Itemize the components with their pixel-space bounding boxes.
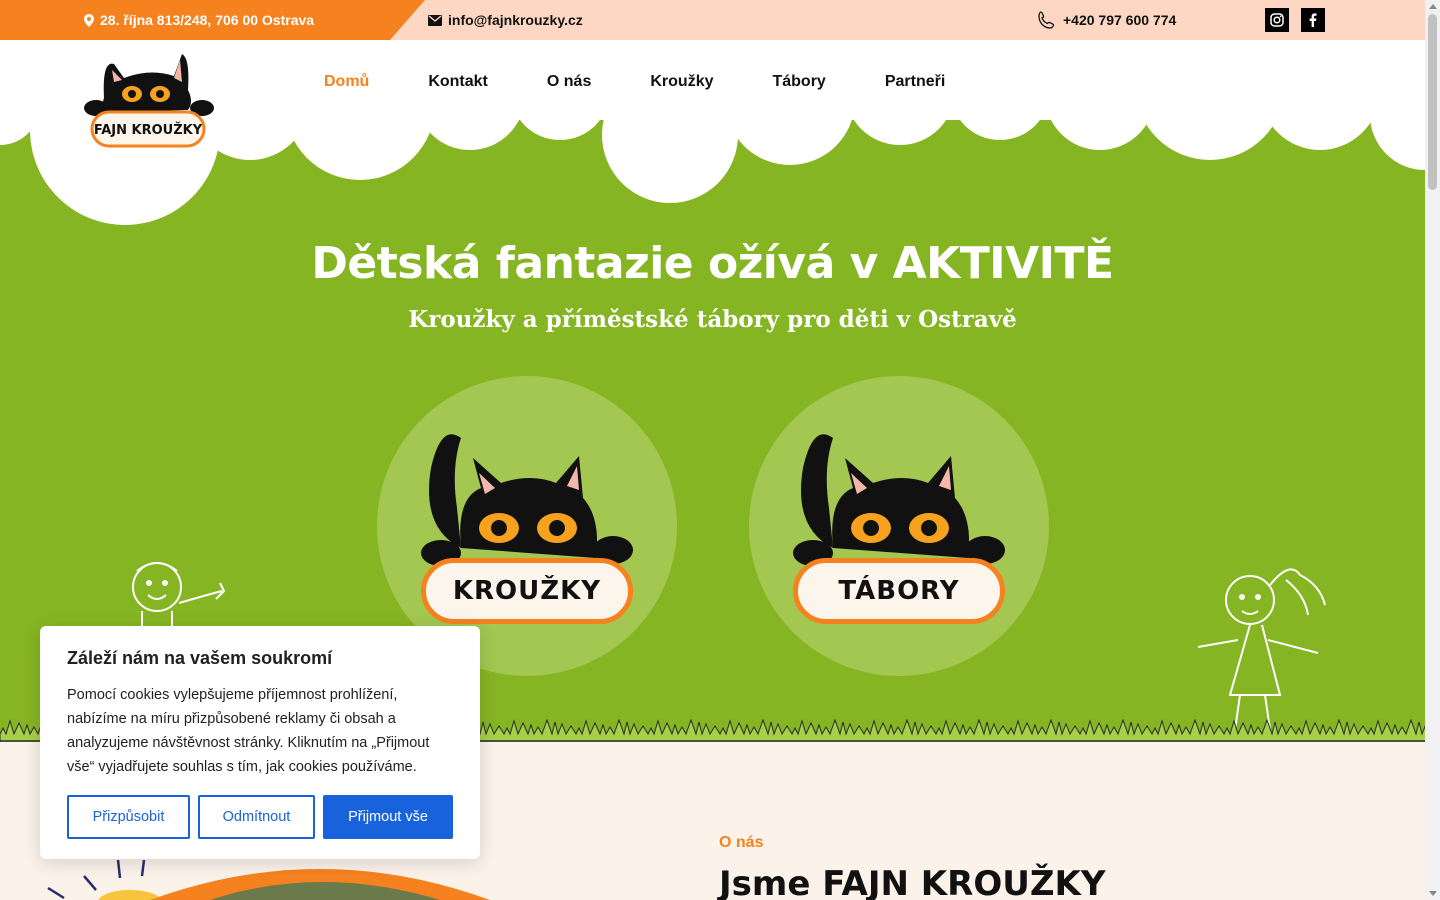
cookie-accept-button[interactable]: Přijmout vše <box>323 795 453 839</box>
about-label: O nás <box>719 834 764 851</box>
about-photo <box>150 869 490 900</box>
phone-text: +420 797 600 774 <box>1063 12 1177 28</box>
cat-logo-icon: FAJN KROUŽKY <box>84 54 214 148</box>
address-text: 28. října 813/248, 706 00 Ostrava <box>100 12 315 28</box>
site-logo[interactable]: FAJN KROUŽKY <box>84 50 216 150</box>
hero-title: Dětská fantazie ožívá v AKTIVITĚ <box>311 238 1114 289</box>
sun-drawing-icon <box>47 859 160 900</box>
location-pin-icon <box>84 13 94 27</box>
cookie-customize-button[interactable]: Přizpůsobit <box>67 795 190 839</box>
envelope-icon <box>428 14 442 26</box>
nav-item-tabory[interactable]: Tábory <box>772 70 825 94</box>
boy-drawing-icon <box>132 562 226 631</box>
top-bar: 28. října 813/248, 706 00 Ostrava info@f… <box>0 0 1425 40</box>
page-scrollbar[interactable] <box>1425 0 1440 900</box>
scroll-down-arrow-icon[interactable] <box>1429 891 1437 896</box>
nav-item-krouzky[interactable]: Kroužky <box>650 70 713 94</box>
email-text: info@fajnkrouzky.cz <box>448 12 583 28</box>
nav-item-kontakt[interactable]: Kontakt <box>428 70 488 94</box>
svg-text:FAJN KROUŽKY: FAJN KROUŽKY <box>94 122 203 138</box>
facebook-icon <box>1309 13 1317 27</box>
scroll-thumb[interactable] <box>1428 14 1437 190</box>
instagram-icon <box>1270 13 1284 27</box>
facebook-button[interactable] <box>1301 8 1325 32</box>
phone-link[interactable]: +420 797 600 774 <box>1037 0 1176 40</box>
cookie-text: Pomocí cookies vylepšujeme příjemnost pr… <box>67 687 430 775</box>
cat-icon <box>793 434 1005 566</box>
tabory-badge: TÁBORY <box>793 558 1005 624</box>
krouzky-badge: KROUŽKY <box>421 558 633 624</box>
nav-item-domu[interactable]: Domů <box>324 70 369 94</box>
tabory-card[interactable]: TÁBORY <box>749 376 1049 676</box>
cookie-title: Záleží nám na vašem soukromí <box>67 648 333 668</box>
nav-item-o-nas[interactable]: O nás <box>547 70 591 94</box>
about-title: Jsme FAJN KROUŽKY <box>719 864 1106 900</box>
cookie-consent-dialog: Záleží nám na vašem soukromí Pomocí cook… <box>40 626 480 859</box>
main-nav: Domů Kontakt O nás Kroužky Tábory Partne… <box>324 70 1004 94</box>
nav-item-partneri[interactable]: Partneři <box>885 70 945 94</box>
cookie-buttons: Přizpůsobit Odmítnout Přijmout vše <box>67 795 453 839</box>
instagram-button[interactable] <box>1265 8 1289 32</box>
email-link[interactable]: info@fajnkrouzky.cz <box>428 0 583 40</box>
scroll-up-arrow-icon[interactable] <box>1429 4 1437 9</box>
cookie-reject-button[interactable]: Odmítnout <box>198 795 315 839</box>
phone-icon <box>1038 11 1055 29</box>
address: 28. října 813/248, 706 00 Ostrava <box>84 0 314 40</box>
cat-icon <box>421 434 633 566</box>
hero-subtitle: Kroužky a příměstské tábory pro děti v O… <box>408 306 1017 333</box>
